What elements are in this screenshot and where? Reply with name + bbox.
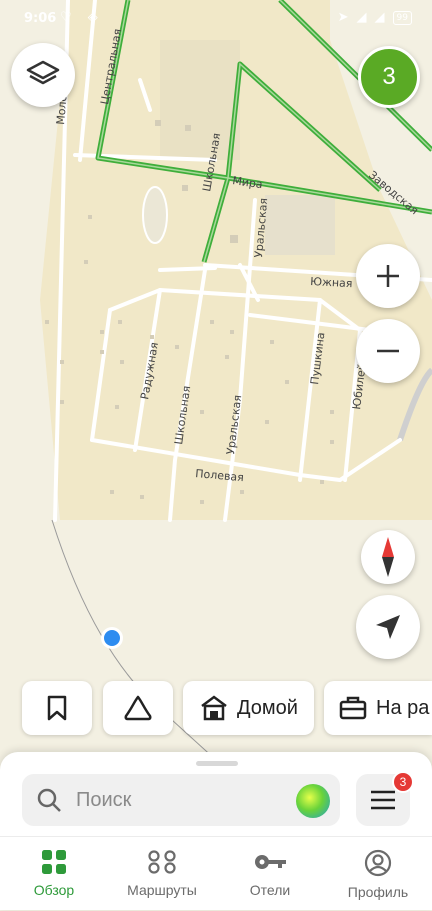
tab-hotels-label: Отели <box>249 882 291 898</box>
battery-indicator: 99 <box>392 10 412 25</box>
signal-icon-2: ◢ <box>374 10 385 25</box>
status-notification-icons: ♡ ◈ <box>60 10 104 25</box>
minus-icon <box>377 349 399 353</box>
home-chip-label: Домой <box>237 696 298 719</box>
tab-profile[interactable]: Профиль <box>324 837 432 911</box>
compass-button[interactable] <box>361 530 415 584</box>
alice-voice-icon[interactable] <box>296 784 330 818</box>
zoom-out-button[interactable] <box>356 319 420 383</box>
bookmark-icon <box>47 695 67 721</box>
tab-profile-label: Профиль <box>347 884 409 900</box>
signal-icon: ◢ <box>356 10 367 25</box>
hamburger-icon <box>371 790 395 810</box>
work-chip-label: На ра <box>376 696 430 719</box>
status-time: 9:06 <box>24 11 57 26</box>
traffic-level-button[interactable]: 3 <box>358 46 420 108</box>
status-bar: 9:06 ♡ ◈ ➤ ◢ ◢ 99 <box>0 0 432 38</box>
tab-routes-label: Маршруты <box>127 882 197 898</box>
tab-routes[interactable]: Маршруты <box>108 837 216 911</box>
tab-overview[interactable]: Обзор <box>0 837 108 911</box>
sheet-handle[interactable] <box>196 761 238 766</box>
location-status-icon: ➤ <box>337 10 349 25</box>
status-system-icons: ➤ ◢ ◢ 99 <box>338 10 412 25</box>
routes-icon <box>148 850 176 874</box>
bottom-tab-bar: Обзор Маршруты Отели Профиль <box>0 836 432 911</box>
tab-overview-label: Обзор <box>33 882 75 898</box>
home-chip[interactable]: Домой <box>183 681 314 735</box>
menu-notification-badge: 3 <box>392 771 414 793</box>
search-bar[interactable]: Поиск <box>22 774 340 826</box>
tab-hotels[interactable]: Отели <box>216 837 324 911</box>
alice-chip[interactable] <box>103 681 173 735</box>
navigation-arrow-icon <box>376 615 400 639</box>
search-icon <box>37 788 61 812</box>
profile-icon <box>364 849 392 877</box>
street-label-yuzhnaya: Южная <box>310 275 353 290</box>
briefcase-icon <box>339 696 367 720</box>
grid-icon <box>42 850 66 874</box>
plus-icon <box>377 265 399 287</box>
search-placeholder: Поиск <box>76 789 132 811</box>
home-icon <box>201 695 227 721</box>
compass-icon <box>382 537 394 577</box>
key-icon <box>255 855 286 869</box>
alice-icon <box>124 695 152 721</box>
bookmarks-chip[interactable] <box>22 681 92 735</box>
my-location-button[interactable] <box>356 595 420 659</box>
layers-button[interactable] <box>11 43 75 107</box>
work-chip[interactable]: На ра <box>324 681 432 735</box>
layers-icon <box>26 60 60 85</box>
zoom-in-button[interactable] <box>356 244 420 308</box>
